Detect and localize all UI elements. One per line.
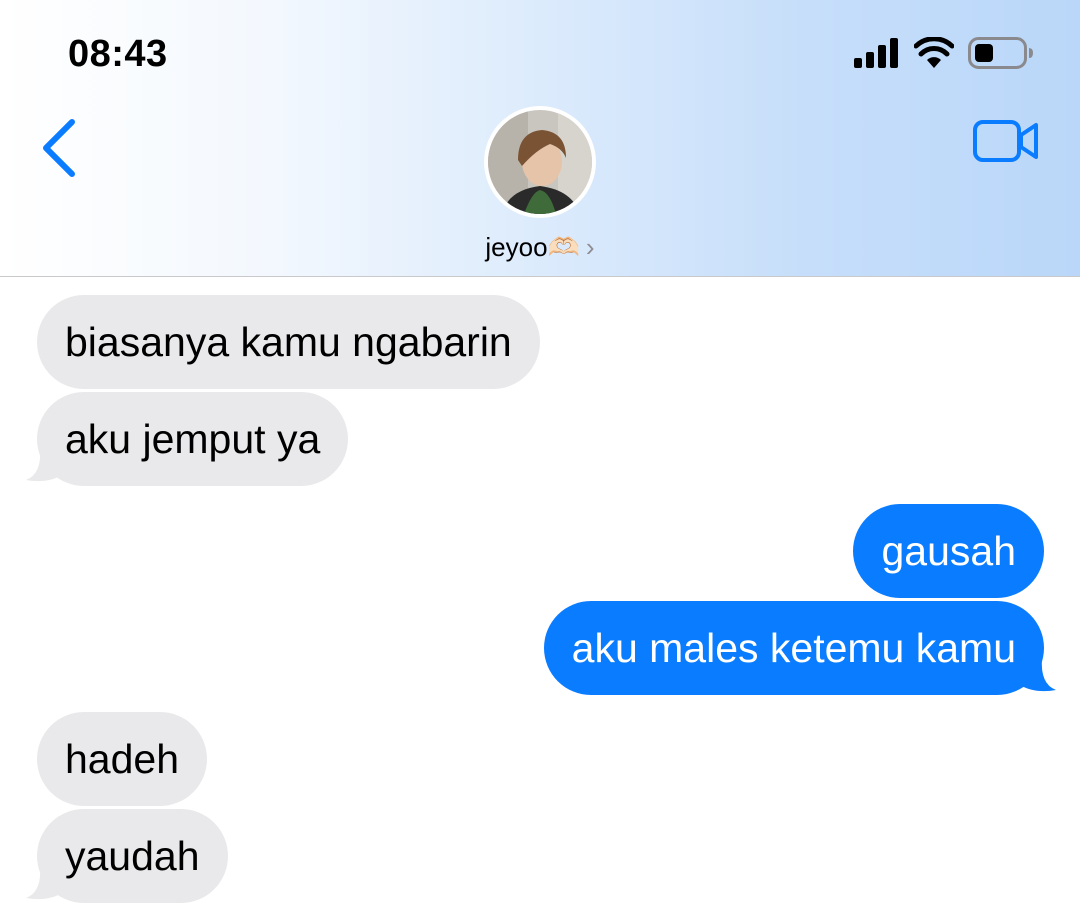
battery-icon xyxy=(968,37,1033,69)
contact-name: jeyoo🫶🏻 xyxy=(485,232,580,262)
message-bubble-incoming[interactable]: biasanya kamu ngabarin xyxy=(37,295,540,389)
wifi-icon xyxy=(914,37,954,68)
chevron-left-icon[interactable] xyxy=(38,118,82,178)
chevron-right-icon: › xyxy=(585,232,595,262)
message-bubble-outgoing[interactable]: aku males ketemu kamu xyxy=(543,601,1044,695)
avatar[interactable] xyxy=(484,106,596,218)
message-bubble-incoming[interactable]: yaudah xyxy=(37,809,228,903)
message-bubble-incoming[interactable]: hadeh xyxy=(37,712,208,806)
conversation-header: 08:43 jeyoo🫶🏻 › xyxy=(0,0,1080,277)
video-camera-icon[interactable] xyxy=(972,118,1040,164)
status-time: 08:43 xyxy=(68,33,168,75)
message-bubble-outgoing[interactable]: gausah xyxy=(853,504,1044,598)
contact-name-button[interactable]: jeyoo🫶🏻 › xyxy=(0,232,1080,263)
cellular-signal-icon xyxy=(854,38,898,68)
contact-photo xyxy=(488,110,592,214)
message-bubble-incoming[interactable]: aku jemput ya xyxy=(37,392,349,486)
status-icons xyxy=(854,36,1034,70)
